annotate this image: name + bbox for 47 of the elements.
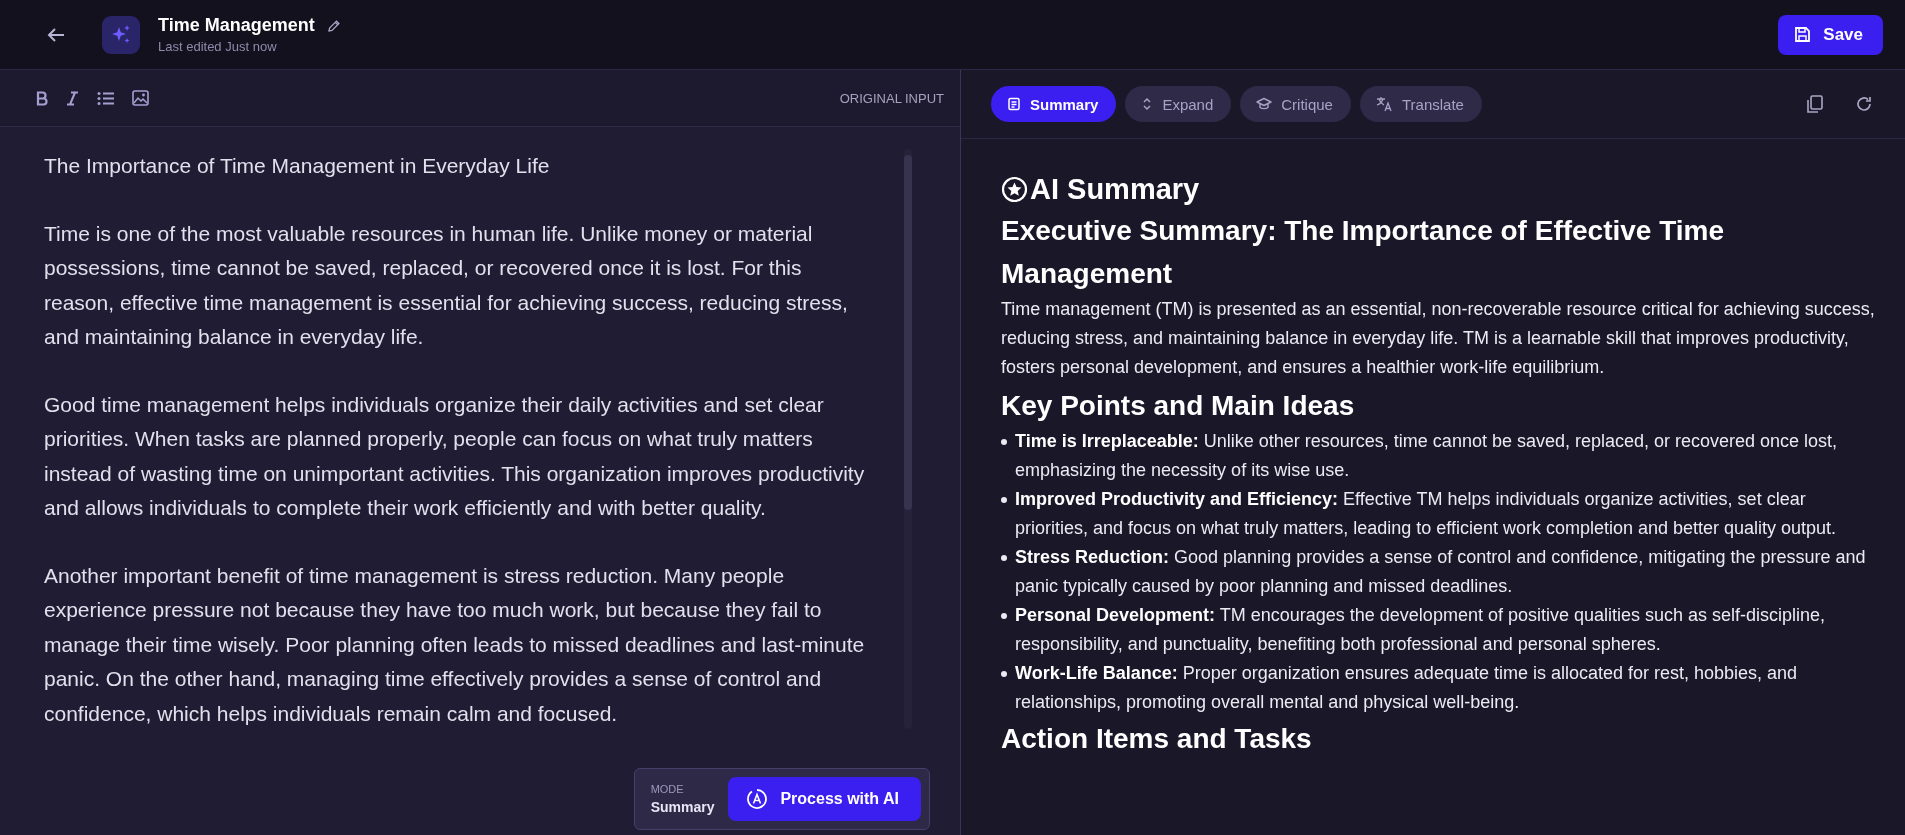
- mode-tab[interactable]: Summary: [991, 86, 1117, 122]
- document-title: Time Management: [158, 15, 315, 36]
- key-point: Time is Irreplaceable: Unlike other resources, time cannot be saved, replaced, or recovered once lost, emphasizing the necessity of its wise use.: [1015, 430, 1839, 482]
- bullet-icon: [1001, 439, 1007, 445]
- image-button[interactable]: [130, 88, 151, 108]
- key-point: Personal Development: TM encourages the development of positive qualities such as self-discipline, responsibility, and punctuality, benefiting both professional and personal spheres.: [1015, 604, 1827, 656]
- refresh-icon: [1855, 95, 1873, 113]
- editor-paragraph: Another important benefit of time management is stress reduction. Many people experience pressure not because they have too much work, but because they fail to manage their time wisely. Poor planning often leads to missed deadlines and last-minute panic. On the other hand, managing time effectively provides a sense of control and confidence, which helps individuals remain calm and focused.: [44, 562, 866, 727]
- mode-tab[interactable]: Translate: [1359, 86, 1482, 122]
- graduation-cap-icon: [1256, 97, 1273, 111]
- process-button[interactable]: Process with AI: [728, 777, 921, 821]
- mode-tab[interactable]: Expand: [1125, 86, 1232, 122]
- key-point: Work-Life Balance: Proper organization ensures adequate time is allocated for rest, hobbies, and relationships, promoting overall mental and physical well-being.: [1015, 662, 1799, 714]
- image-icon: [132, 90, 149, 106]
- scrollbar-thumb[interactable]: [904, 155, 912, 510]
- editor-paragraph: Time is one of the most valuable resources in human life. Unlike money or material possessions, time cannot be saved, replaced, or recovered once it is lost. For this reason, effective time management is essential for achieving success, reducing stress, and maintaining balance in everyday life.: [44, 220, 849, 350]
- star-circle-icon: [1001, 175, 1028, 203]
- last-edited-text: Last edited Just now: [158, 39, 278, 54]
- ai-circle-icon: [746, 788, 769, 810]
- editor-paragraph: The Importance of Time Management in Everyday Life: [44, 153, 551, 179]
- summary-paragraph: Time management (TM) is presented as an essential, non-recoverable resource critical for achieving success, reducing stress, and maintaining balance in everyday life. TM is a learnable skill that improves productivity, fosters personal development, and ensures a healthier work-life equilibrium.: [1001, 298, 1875, 379]
- document-icon: [1007, 97, 1021, 111]
- bullet-icon: [1001, 613, 1007, 619]
- bullet-icon: [1001, 497, 1007, 503]
- summary-title: AI Summary: [1030, 172, 1200, 207]
- section-heading: Key Points and Main Ideas: [1001, 389, 1356, 423]
- mode-label: MODE: [650, 783, 685, 795]
- bullet-list-icon: [97, 90, 114, 106]
- bold-button[interactable]: [34, 88, 50, 108]
- bold-icon: [36, 90, 48, 106]
- copy-icon: [1806, 94, 1824, 114]
- back-arrow-icon: [46, 26, 66, 43]
- summary-heading: Executive Summary: The Importance of Effective Time Management: [1001, 214, 1726, 291]
- expand-icon: [1141, 96, 1154, 112]
- italic-icon: [66, 90, 79, 106]
- bullet-icon: [1001, 671, 1007, 677]
- key-point: Stress Reduction: Good planning provides a sense of control and confidence, mitigating the pressure and panic typically caused by poor planning and missed deadlines.: [1015, 546, 1867, 598]
- mode-value: Summary: [650, 799, 715, 815]
- bullet-icon: [1001, 555, 1007, 561]
- section-heading: Action Items and Tasks: [1001, 722, 1313, 756]
- pencil-icon: [326, 18, 341, 33]
- key-point: Improved Productivity and Efficiency: Effective TM helps individuals organize activities, set clear priorities, and focus on what truly matters, leading to efficient work completion and better quality output.: [1015, 488, 1838, 540]
- mode-tab[interactable]: Critique: [1240, 86, 1351, 122]
- editor-paragraph: Good time management helps individuals organize their daily activities and set clear priorities. When tasks are planned properly, people can focus on what truly matters instead of wasting time on unimportant activities. This organization improves productivity and allows individuals to complete their work efficiently and with better quality.: [44, 391, 866, 521]
- original-input-label: ORIGINAL INPUT: [839, 90, 944, 106]
- save-button[interactable]: Save: [1778, 14, 1883, 55]
- translate-icon: [1375, 96, 1393, 112]
